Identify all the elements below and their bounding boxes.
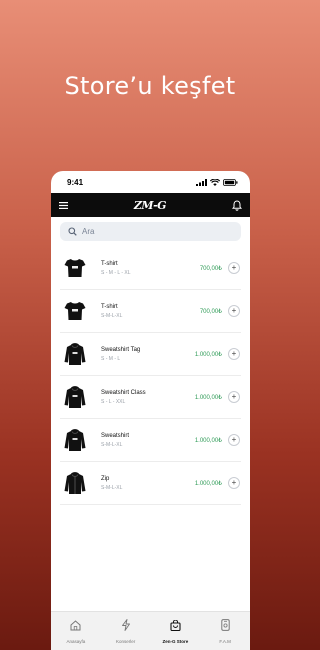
nav-item-store-bag[interactable]: Zen-G Store	[151, 612, 201, 650]
product-sizes: S - M - L	[101, 355, 121, 362]
add-to-cart-button[interactable]: +	[228, 348, 240, 360]
product-sizes: S-M-L-XL	[101, 312, 123, 319]
zip-hoodie-icon	[62, 470, 88, 496]
product-row[interactable]: Sweatshirt Class S - L - XXL 1.000,00₺ +	[60, 376, 241, 419]
nav-label: Anasayfa	[66, 639, 86, 644]
hoodie-icon	[62, 384, 88, 410]
product-sizes: S-M-L-XL	[101, 441, 123, 448]
product-row[interactable]: Zip S-M-L-XL 1.000,00₺ +	[60, 462, 241, 505]
plus-icon: +	[231, 435, 237, 444]
nav-label: Zen-G Store	[162, 639, 189, 644]
plus-icon: +	[231, 349, 237, 358]
product-info: Zip S-M-L-XL	[101, 476, 195, 491]
bottom-nav: Anasayfa Konserler Zen-G Store F.A.M	[51, 611, 250, 650]
product-info: T-shirt S - M - L - XL	[101, 261, 200, 276]
lightning-icon	[121, 618, 131, 636]
phone-frame: 9:41 ZM-G T-shirtS - M - L - XL700,00₺+T…	[51, 171, 250, 650]
status-icons	[196, 178, 238, 186]
product-name: Sweatshirt Tag	[101, 346, 141, 353]
nav-item-home[interactable]: Anasayfa	[51, 612, 101, 650]
search-icon	[68, 227, 77, 236]
add-to-cart-button[interactable]: +	[228, 305, 240, 317]
search-input[interactable]	[82, 227, 222, 236]
store-bag-icon	[170, 618, 181, 636]
product-price: 700,00₺	[199, 308, 222, 315]
hoodie-icon	[62, 341, 88, 367]
product-name: Sweatshirt Class	[101, 389, 146, 396]
product-sizes: S - L - XXL	[101, 398, 126, 405]
product-sizes: S - M - L - XL	[101, 269, 131, 276]
add-to-cart-button[interactable]: +	[228, 477, 240, 489]
product-info: Sweatshirt Class S - L - XXL	[101, 390, 195, 405]
product-price: 1.000,00₺	[194, 437, 222, 444]
product-price: 1.000,00₺	[194, 480, 222, 487]
add-to-cart-button[interactable]: +	[228, 391, 240, 403]
product-name: Zip	[101, 475, 110, 482]
tshirt-icon	[62, 298, 88, 324]
plus-icon: +	[231, 263, 237, 272]
product-name: T-shirt	[101, 303, 118, 310]
product-sizes: S-M-L-XL	[101, 484, 123, 491]
nav-item-lightning[interactable]: Konserler	[101, 612, 151, 650]
brand-logo: ZM-G	[133, 198, 167, 212]
plus-icon: +	[231, 392, 237, 401]
app-bar: ZM-G	[51, 193, 250, 217]
plus-icon: +	[231, 478, 237, 487]
tshirt-icon	[62, 255, 88, 281]
signal-icon	[196, 178, 207, 186]
nav-item-phone[interactable]: F.A.M	[200, 612, 250, 650]
home-icon	[70, 618, 81, 636]
nav-label: F.A.M	[219, 639, 231, 644]
product-row[interactable]: Sweatshirt S-M-L-XL 1.000,00₺ +	[60, 419, 241, 462]
product-info: T-shirt S-M-L-XL	[101, 304, 200, 319]
add-to-cart-button[interactable]: +	[228, 434, 240, 446]
product-list: T-shirt S - M - L - XL 700,00₺ + T-shirt S-M-…	[60, 247, 241, 505]
battery-icon	[223, 178, 238, 186]
nav-label: Konserler	[115, 639, 136, 644]
search-bar[interactable]	[60, 222, 241, 241]
add-to-cart-button[interactable]: +	[228, 262, 240, 274]
product-row[interactable]: T-shirt S - M - L - XL 700,00₺ +	[60, 247, 241, 290]
product-price: 1.000,00₺	[194, 351, 222, 358]
product-info: Sweatshirt Tag S - M - L	[101, 347, 195, 362]
product-name: T-shirt	[101, 260, 118, 267]
menu-icon[interactable]	[59, 201, 68, 209]
product-price: 1.000,00₺	[194, 394, 222, 401]
phone-icon	[220, 618, 230, 636]
product-row[interactable]: T-shirt S-M-L-XL 700,00₺ +	[60, 290, 241, 333]
plus-icon: +	[231, 306, 237, 315]
status-time: 9:41	[67, 177, 84, 187]
bell-icon[interactable]	[231, 199, 242, 211]
product-price: 700,00₺	[199, 265, 222, 272]
status-bar: 9:41	[51, 171, 250, 193]
product-row[interactable]: Sweatshirt Tag S - M - L 1.000,00₺ +	[60, 333, 241, 376]
wifi-icon	[210, 178, 220, 186]
product-name: Sweatshirt	[101, 432, 130, 439]
headline: Store’u keşfet	[64, 72, 236, 100]
hoodie-icon	[62, 427, 88, 453]
product-info: Sweatshirt S-M-L-XL	[101, 433, 195, 448]
